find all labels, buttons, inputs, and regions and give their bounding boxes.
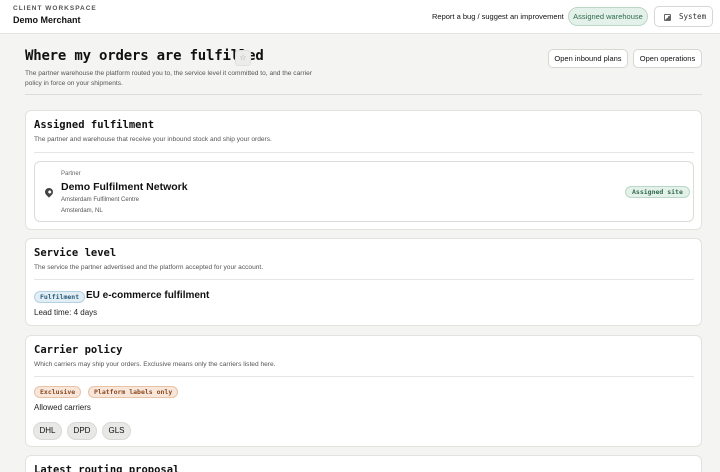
partner-name: Demo Fulfilment Network: [61, 181, 188, 193]
partner-label: Partner: [61, 171, 81, 177]
open-operations-button[interactable]: Open operations: [633, 49, 702, 68]
carrier-chip-dpd: DPD: [67, 422, 97, 440]
assigned-fulfilment-title: Assigned fulfilment: [34, 119, 155, 131]
card-divider: [34, 152, 694, 153]
site-location: Amsterdam, NL: [61, 208, 103, 214]
service-name: EU e-commerce fulfilment: [86, 290, 210, 301]
carrier-policy-card: Carrier policy Which carriers may ship y…: [25, 335, 702, 447]
page-divider: [25, 94, 702, 95]
lead-time: Lead time: 4 days: [34, 308, 98, 317]
service-level-subtitle: The service the partner advertised and t…: [34, 264, 264, 271]
service-level-card: Service level The service the partner ad…: [25, 238, 702, 326]
allowed-carriers-label: Allowed carriers: [34, 403, 91, 412]
open-inbound-plans-button[interactable]: Open inbound plans: [548, 49, 628, 68]
service-level-title: Service level: [34, 247, 117, 259]
workspace-name[interactable]: Demo Merchant: [13, 15, 81, 25]
map-pin-icon: [43, 186, 55, 198]
carrier-policy-subtitle: Which carriers may ship your orders. Exc…: [34, 361, 276, 368]
assigned-fulfilment-card: Assigned fulfilment The partner and ware…: [25, 110, 702, 230]
page-subtitle: The partner warehouse the platform route…: [25, 70, 312, 87]
card-divider: [34, 279, 694, 280]
star-icon[interactable]: ☆: [235, 50, 251, 66]
carrier-chip-dhl: DHL: [33, 422, 62, 440]
partner-box: Partner Demo Fulfilment Network Amsterda…: [34, 161, 694, 222]
report-bug-link[interactable]: Report a bug / suggest an improvement: [432, 12, 564, 21]
assigned-site-badge: Assigned site: [625, 186, 690, 198]
theme-toggle-icon: [664, 14, 671, 21]
assigned-fulfilment-subtitle: The partner and warehouse that receive y…: [34, 136, 272, 143]
site-name: Amsterdam Fulfilment Centre: [61, 197, 140, 203]
top-bar: CLIENT WORKSPACE Demo Merchant Report a …: [0, 0, 720, 34]
page-title: Where my orders are fulfilled: [25, 48, 264, 64]
routing-proposal-title: Latest routing proposal: [34, 464, 180, 472]
exclusive-badge: Exclusive: [34, 386, 82, 398]
fulfilment-badge: Fulfilment: [34, 291, 86, 303]
platform-labels-badge: Platform labels only: [88, 386, 179, 398]
workspace-label: CLIENT WORKSPACE: [13, 5, 97, 12]
theme-system-button[interactable]: System: [654, 6, 713, 27]
carrier-chip-gls: GLS: [102, 422, 131, 440]
card-divider: [34, 376, 694, 377]
routing-proposal-card: Latest routing proposal: [25, 455, 702, 472]
carrier-policy-title: Carrier policy: [34, 344, 123, 356]
assigned-warehouse-tab[interactable]: Assigned warehouse: [568, 7, 648, 26]
theme-system-label: System: [679, 12, 707, 21]
